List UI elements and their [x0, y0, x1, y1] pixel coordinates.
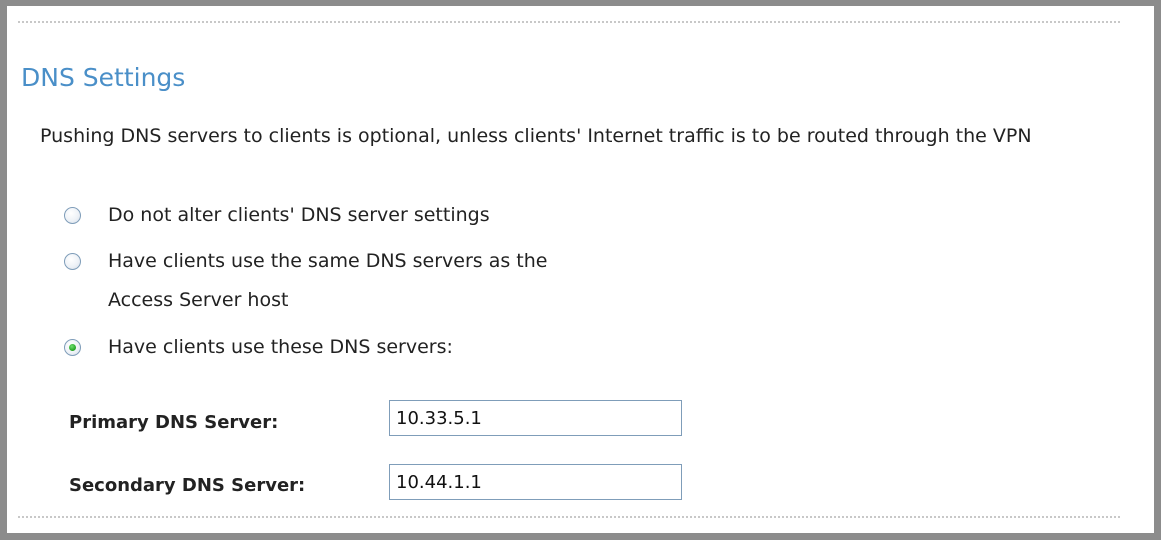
section-description: Pushing DNS servers to clients is option…	[40, 125, 1032, 147]
option-label: Have clients use the same DNS servers as…	[108, 250, 548, 311]
option-label: Have clients use these DNS servers:	[108, 336, 453, 358]
top-divider	[18, 21, 1120, 23]
option-label: Do not alter clients' DNS server setting…	[108, 204, 490, 226]
secondary-dns-label: Secondary DNS Server:	[69, 475, 306, 496]
radio-button[interactable]	[64, 207, 81, 224]
primary-dns-input[interactable]	[389, 400, 682, 436]
section-title: DNS Settings	[21, 63, 186, 92]
option-same-as-host[interactable]: Have clients use the same DNS servers as…	[64, 242, 548, 320]
radio-button-selected[interactable]	[64, 339, 81, 356]
bottom-divider	[18, 516, 1120, 518]
settings-panel: DNS Settings Pushing DNS servers to clie…	[0, 0, 1161, 540]
option-do-not-alter[interactable]: Do not alter clients' DNS server setting…	[64, 196, 490, 235]
secondary-dns-input[interactable]	[389, 464, 682, 500]
primary-dns-label: Primary DNS Server:	[69, 412, 279, 433]
radio-button[interactable]	[64, 253, 81, 270]
option-custom-servers[interactable]: Have clients use these DNS servers:	[64, 328, 453, 367]
